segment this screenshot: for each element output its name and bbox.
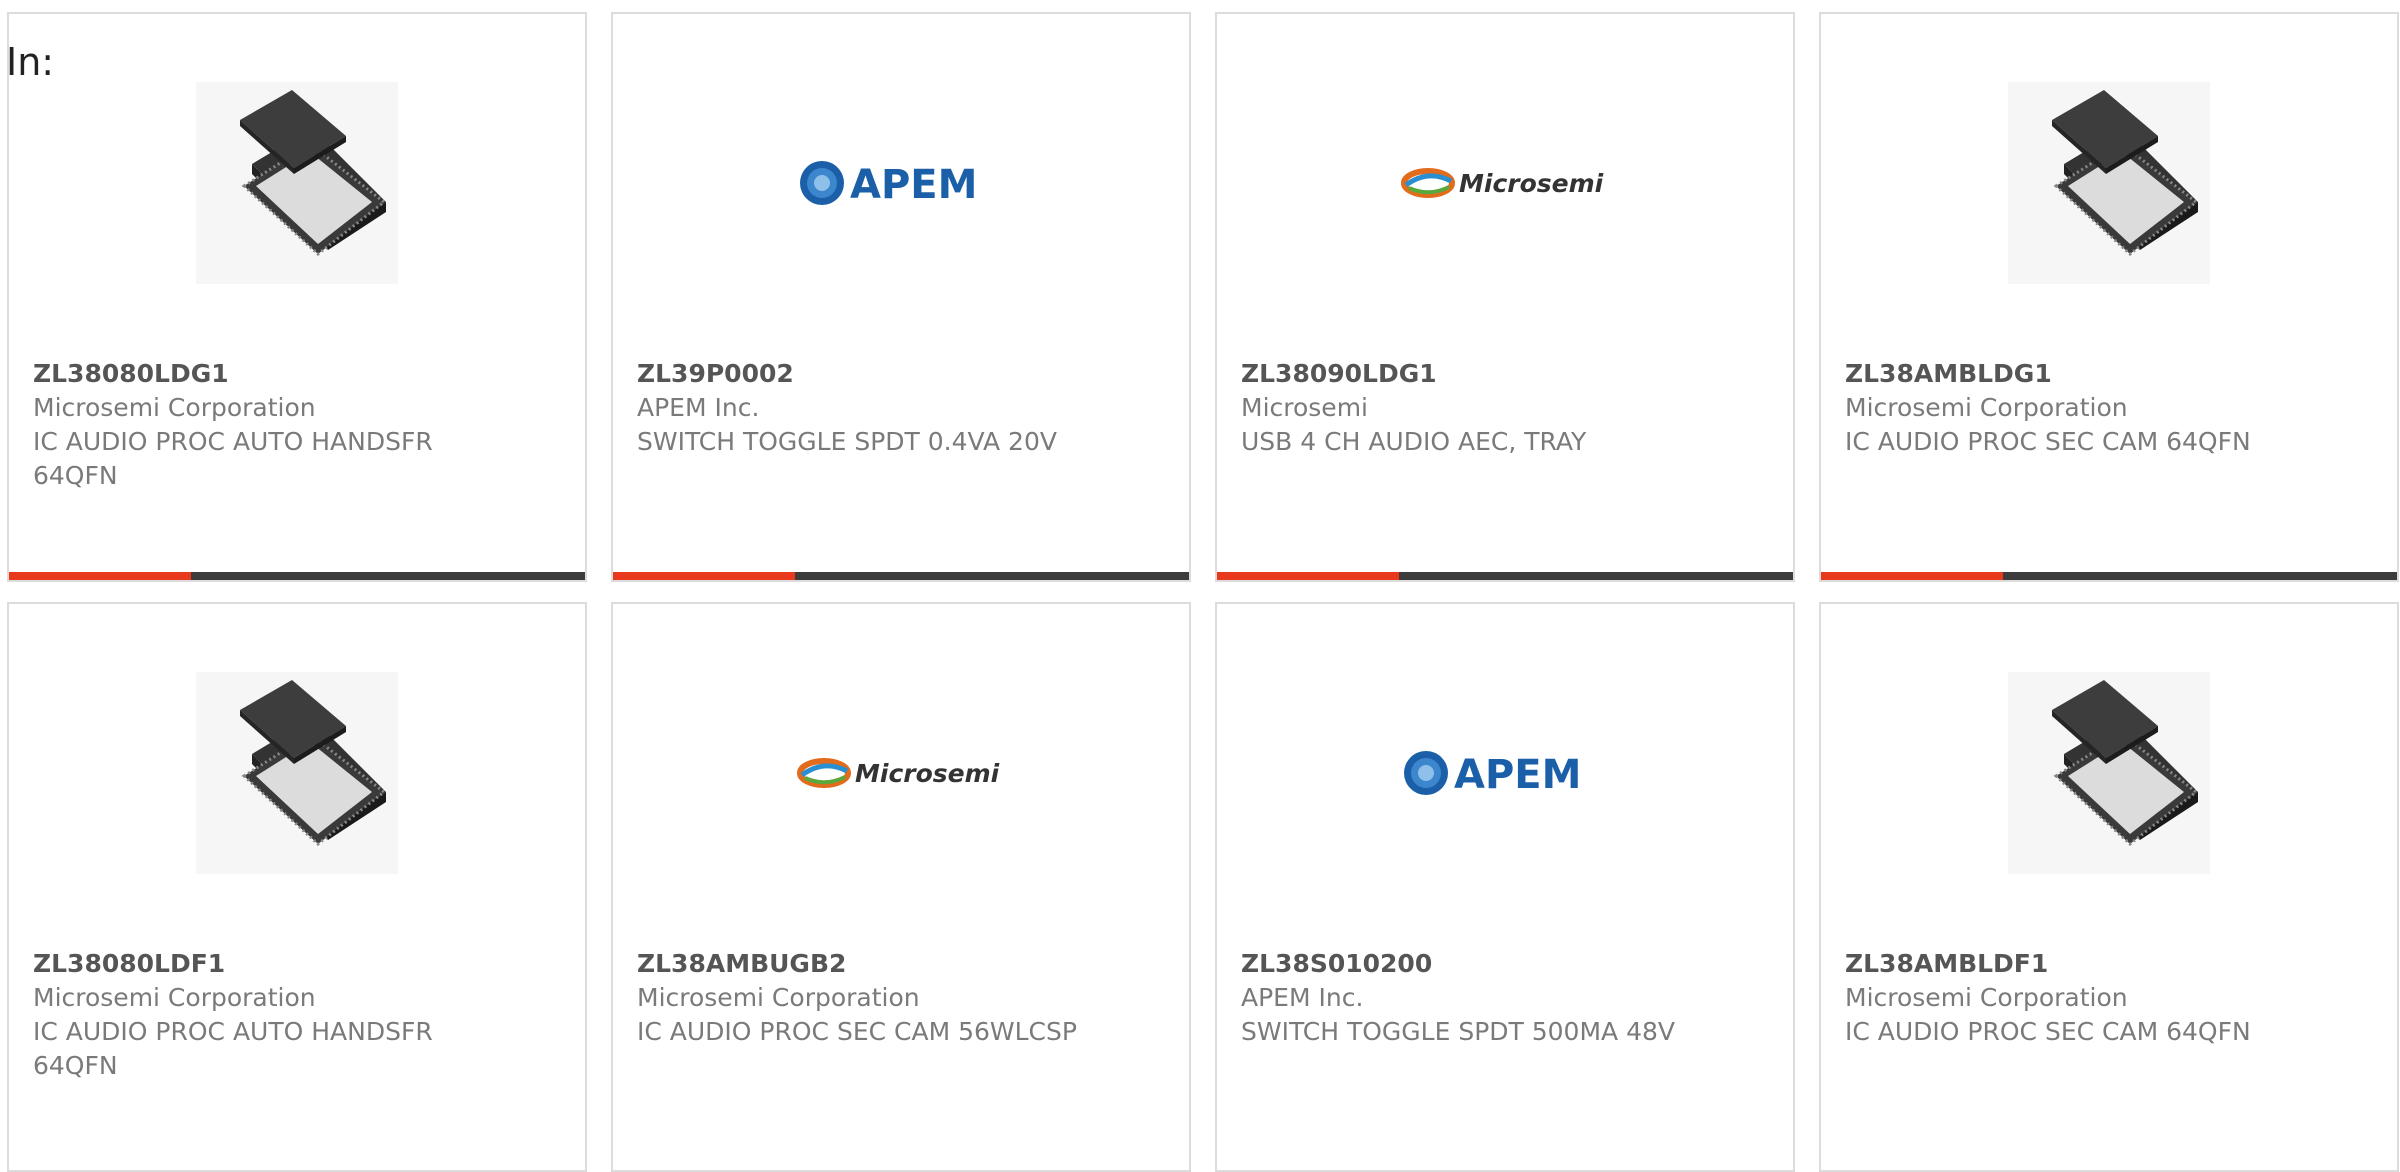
- card-accent-bar: [613, 572, 795, 580]
- product-description: IC AUDIO PROC SEC CAM 56WLCSP: [637, 1017, 1077, 1046]
- manufacturer-name: Microsemi Corporation: [637, 983, 920, 1012]
- part-number-link[interactable]: ZL38080LDF1: [33, 947, 561, 981]
- product-description: IC AUDIO PROC AUTO HANDSFR 64QFN: [33, 1017, 433, 1080]
- card-accent-bar: [1217, 572, 1399, 580]
- product-image[interactable]: Microsemi: [613, 666, 1189, 880]
- product-image[interactable]: [9, 76, 585, 290]
- apem-logo: APEM: [1402, 748, 1608, 798]
- product-description: SWITCH TOGGLE SPDT 0.4VA 20V: [637, 427, 1057, 456]
- apem-logo-text: APEM: [1454, 752, 1581, 798]
- product-description: USB 4 CH AUDIO AEC, TRAY: [1241, 427, 1587, 456]
- qfn-chip-icon: [196, 82, 398, 284]
- product-info: ZL39P0002 APEM Inc. SWITCH TOGGLE SPDT 0…: [637, 357, 1165, 459]
- microsemi-logo-text: Microsemi: [855, 759, 1000, 788]
- part-number-link[interactable]: ZL38AMBLDF1: [1845, 947, 2373, 981]
- manufacturer-name: APEM Inc.: [637, 393, 760, 422]
- card-accent-bar: [1821, 572, 2003, 580]
- product-image[interactable]: [1821, 76, 2397, 290]
- qfn-chip-icon: [2008, 82, 2210, 284]
- card-footer-bar: [1217, 572, 1793, 580]
- product-info: ZL38S010200 APEM Inc. SWITCH TOGGLE SPDT…: [1241, 947, 1769, 1049]
- product-card[interactable]: APEM ZL39P0002 APEM Inc. SWITCH TOGGLE S…: [611, 12, 1191, 582]
- part-number-link[interactable]: ZL39P0002: [637, 357, 1165, 391]
- product-info: ZL38080LDF1 Microsemi Corporation IC AUD…: [33, 947, 561, 1083]
- product-card[interactable]: ZL38080LDF1 Microsemi Corporation IC AUD…: [7, 602, 587, 1172]
- apem-logo-text: APEM: [850, 162, 977, 208]
- product-image[interactable]: APEM: [1217, 666, 1793, 880]
- qfn-chip-icon: [2008, 672, 2210, 874]
- product-info: ZL38AMBUGB2 Microsemi Corporation IC AUD…: [637, 947, 1165, 1049]
- part-number-link[interactable]: ZL38AMBLDG1: [1845, 357, 2373, 391]
- product-info: ZL38AMBLDG1 Microsemi Corporation IC AUD…: [1845, 357, 2373, 459]
- product-card[interactable]: ZL38AMBLDG1 Microsemi Corporation IC AUD…: [1819, 12, 2399, 582]
- part-number-link[interactable]: ZL38080LDG1: [33, 357, 561, 391]
- qfn-chip-icon: [196, 672, 398, 874]
- filter-prefix-label: In:: [6, 40, 55, 84]
- product-image[interactable]: [1821, 666, 2397, 880]
- microsemi-logo: Microsemi: [797, 753, 1005, 793]
- card-footer-bar: [1821, 572, 2397, 580]
- product-description: IC AUDIO PROC SEC CAM 64QFN: [1845, 427, 2251, 456]
- product-card[interactable]: APEM ZL38S010200 APEM Inc. SWITCH TOGGLE…: [1215, 602, 1795, 1172]
- product-info: ZL38AMBLDF1 Microsemi Corporation IC AUD…: [1845, 947, 2373, 1049]
- microsemi-logo: Microsemi: [1401, 163, 1609, 203]
- card-accent-bar: [9, 572, 191, 580]
- product-card[interactable]: ZL38080LDG1 Microsemi Corporation IC AUD…: [7, 12, 587, 582]
- product-card[interactable]: Microsemi ZL38AMBUGB2 Microsemi Corporat…: [611, 602, 1191, 1172]
- part-number-link[interactable]: ZL38090LDG1: [1241, 357, 1769, 391]
- product-description: IC AUDIO PROC SEC CAM 64QFN: [1845, 1017, 2251, 1046]
- product-image[interactable]: APEM: [613, 76, 1189, 290]
- product-grid: ZL38080LDG1 Microsemi Corporation IC AUD…: [7, 12, 2399, 1172]
- product-image[interactable]: [9, 666, 585, 880]
- product-card[interactable]: Microsemi ZL38090LDG1 Microsemi USB 4 CH…: [1215, 12, 1795, 582]
- manufacturer-name: Microsemi: [1241, 393, 1368, 422]
- product-info: ZL38080LDG1 Microsemi Corporation IC AUD…: [33, 357, 561, 493]
- product-description: IC AUDIO PROC AUTO HANDSFR 64QFN: [33, 427, 433, 490]
- apem-logo: APEM: [798, 158, 1004, 208]
- manufacturer-name: Microsemi Corporation: [33, 393, 316, 422]
- card-footer-bar: [613, 572, 1189, 580]
- manufacturer-name: Microsemi Corporation: [33, 983, 316, 1012]
- manufacturer-name: APEM Inc.: [1241, 983, 1364, 1012]
- part-number-link[interactable]: ZL38AMBUGB2: [637, 947, 1165, 981]
- microsemi-logo-text: Microsemi: [1459, 169, 1604, 198]
- product-description: SWITCH TOGGLE SPDT 500MA 48V: [1241, 1017, 1675, 1046]
- manufacturer-name: Microsemi Corporation: [1845, 983, 2128, 1012]
- manufacturer-name: Microsemi Corporation: [1845, 393, 2128, 422]
- product-info: ZL38090LDG1 Microsemi USB 4 CH AUDIO AEC…: [1241, 357, 1769, 459]
- card-footer-bar: [9, 572, 585, 580]
- part-number-link[interactable]: ZL38S010200: [1241, 947, 1769, 981]
- product-card[interactable]: ZL38AMBLDF1 Microsemi Corporation IC AUD…: [1819, 602, 2399, 1172]
- product-image[interactable]: Microsemi: [1217, 76, 1793, 290]
